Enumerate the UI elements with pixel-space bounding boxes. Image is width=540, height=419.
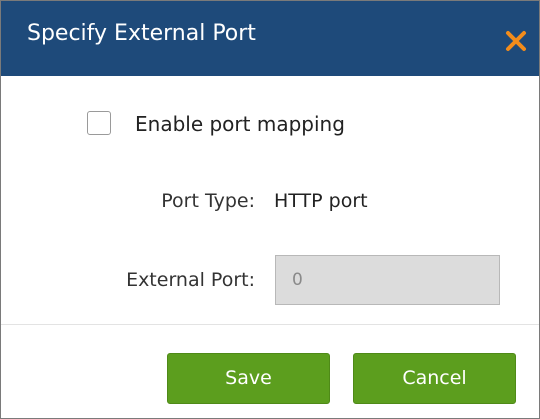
footer-divider [1,324,539,325]
dialog-title: Specify External Port [27,21,256,46]
save-button[interactable]: Save [167,353,330,404]
port-type-label: Port Type: [161,190,255,212]
enable-port-mapping-checkbox[interactable] [87,111,111,135]
enable-port-mapping-label[interactable]: Enable port mapping [135,111,345,137]
specify-external-port-dialog: Specify External Port Enable port mappin… [0,0,540,419]
external-port-label: External Port: [126,269,255,291]
dialog-titlebar: Specify External Port [1,1,539,76]
external-port-input[interactable] [275,255,500,305]
close-icon[interactable] [503,28,529,54]
cancel-button[interactable]: Cancel [353,353,516,404]
port-type-value: HTTP port [274,190,368,212]
